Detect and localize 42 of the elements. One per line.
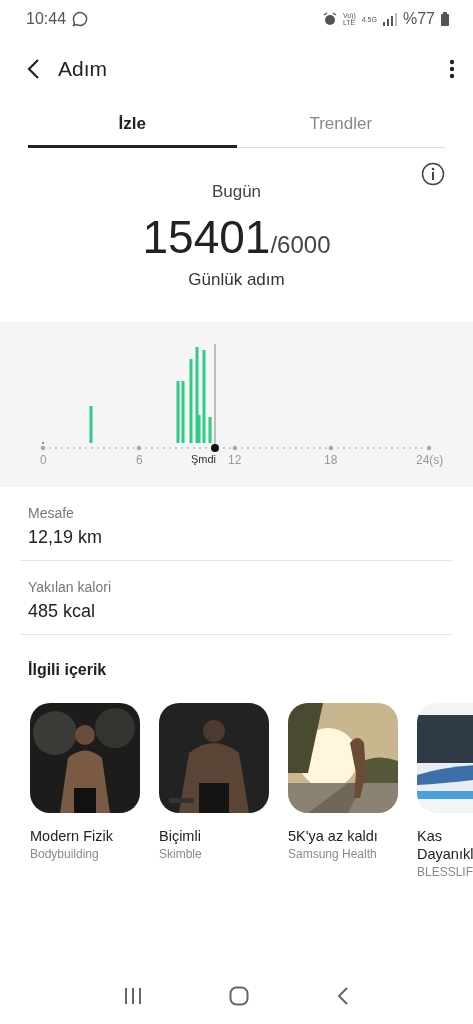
stat-value: 485 kcal bbox=[28, 601, 97, 622]
content-card[interactable]: 5K'ya az kaldı Samsung Health bbox=[288, 703, 398, 879]
now-label: Şmdi bbox=[191, 453, 217, 465]
signal-icon bbox=[382, 12, 397, 26]
card-source: Samsung Health bbox=[288, 847, 378, 861]
card-title: Modern Fizik bbox=[30, 827, 114, 845]
page-title: Adım bbox=[58, 57, 107, 81]
status-time: 10:44 bbox=[26, 10, 67, 28]
section-title: İlgili içerik bbox=[28, 661, 108, 679]
back-icon[interactable] bbox=[26, 58, 40, 80]
stat-label: Mesafe bbox=[28, 505, 75, 521]
card-title: 5K'ya az kaldı bbox=[288, 827, 379, 845]
content-card[interactable]: Kas Dayanıkl BLESSLIF bbox=[417, 703, 473, 879]
card-title: Biçimli bbox=[159, 827, 202, 845]
card-source: BLESSLIF bbox=[417, 865, 473, 879]
content-card[interactable]: Modern Fizik Bodybuilding bbox=[30, 703, 140, 879]
card-title: Kas Dayanıkl bbox=[417, 827, 473, 863]
tab[interactable]: İzle bbox=[28, 100, 237, 148]
step-goal: /6000 bbox=[270, 231, 331, 259]
info-icon[interactable] bbox=[421, 162, 445, 186]
more-icon[interactable] bbox=[449, 59, 455, 79]
axis-label: 0 bbox=[40, 453, 47, 467]
card-source: Bodybuilding bbox=[30, 847, 100, 861]
battery-icon bbox=[441, 12, 449, 26]
step-count: 15401 bbox=[142, 210, 271, 264]
chat-bubble-icon bbox=[72, 11, 89, 27]
axis-label: 18 bbox=[324, 453, 338, 467]
stat-value: 12,19 km bbox=[28, 527, 104, 548]
back-nav-icon[interactable] bbox=[337, 987, 350, 1005]
tab[interactable]: Trendler bbox=[236, 100, 445, 148]
card-source: Skimble bbox=[159, 847, 203, 861]
battery-percent: %77 bbox=[402, 10, 435, 28]
home-icon[interactable] bbox=[229, 986, 250, 1006]
day-label: Bugün bbox=[211, 182, 262, 202]
axis-label: 6 bbox=[136, 453, 143, 467]
alarm-icon bbox=[322, 12, 337, 26]
stat-label: Yakılan kalori bbox=[28, 579, 112, 595]
axis-label: 24(s) bbox=[416, 453, 444, 467]
content-card[interactable]: Biçimli Skimble bbox=[159, 703, 269, 879]
steps-caption: Günlük adım bbox=[188, 270, 285, 290]
axis-label: 12 bbox=[228, 453, 242, 467]
recent-apps-icon[interactable] bbox=[123, 988, 142, 1004]
